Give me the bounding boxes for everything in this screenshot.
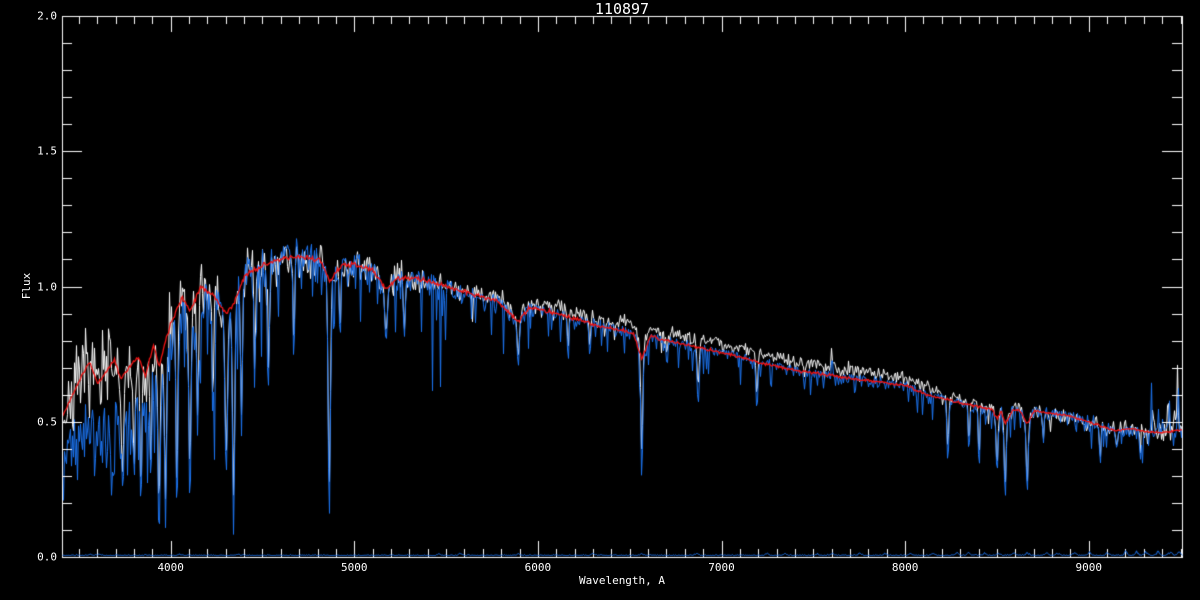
y-tick-label: 1.5 xyxy=(37,144,57,158)
x-tick-label: 8000 xyxy=(891,561,919,574)
spectrum-figure: 110897 Flux Wavelength, A 2.0 1.5 1.0 0.… xyxy=(0,0,1200,600)
y-tick-label: 0.5 xyxy=(37,415,57,429)
x-axis-label: Wavelength, A xyxy=(578,574,666,587)
spectrum-plot-canvas xyxy=(0,0,1200,600)
y-tick-label: 2.0 xyxy=(37,9,57,23)
y-tick-label: 1.0 xyxy=(37,280,57,293)
x-tick-label: 4000 xyxy=(157,561,184,574)
x-tick-label: 9000 xyxy=(1075,561,1102,574)
x-tick-label: 7000 xyxy=(708,561,735,574)
plot-title: 110897 xyxy=(594,0,650,18)
x-tick-label: 5000 xyxy=(341,561,368,574)
x-tick-label: 6000 xyxy=(524,561,552,574)
y-tick-label: 0.0 xyxy=(37,550,57,564)
